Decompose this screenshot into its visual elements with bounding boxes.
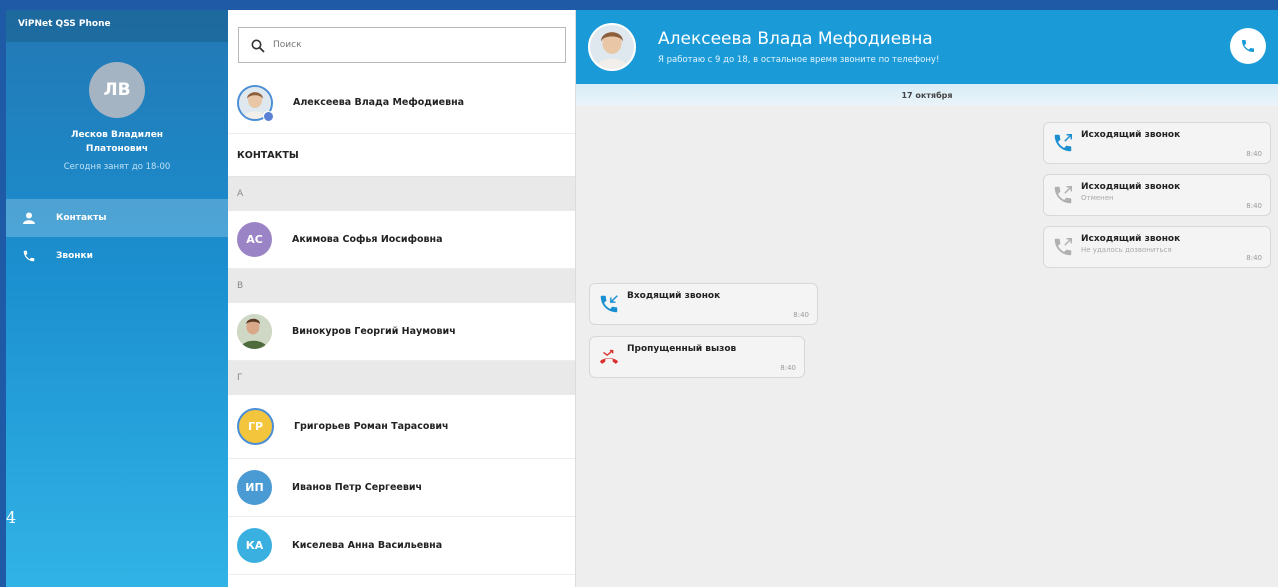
app-window: ViPNet QSS Phone ЛВ Лесков Владилен Плат… (6, 10, 1278, 587)
call-message[interactable]: Исходящий звонок Не удалось дозвониться … (1043, 226, 1271, 268)
contact-item[interactable]: ИП Иванов Петр Сергеевич (228, 459, 575, 517)
search-box[interactable] (238, 27, 566, 63)
contact-name: Киселева Анна Васильевна (292, 540, 443, 551)
nav-calls-label: Звонки (56, 251, 93, 261)
user-status[interactable]: Сегодня занят до 18-00 (6, 162, 228, 172)
call-substatus: Отменен (1081, 194, 1114, 202)
contact-name: Григорьев Роман Тарасович (294, 421, 449, 432)
call-title: Исходящий звонок (1081, 130, 1181, 140)
chat-contact-name: Алексеева Влада Мефодиевна (658, 29, 933, 49)
phone-icon (22, 249, 36, 263)
user-name: Лесков Владилен Платонович (70, 130, 164, 154)
contact-avatar: ГР (237, 408, 274, 445)
contact-name: Акимова Софья Иосифовна (292, 234, 443, 245)
chat-contact-avatar[interactable] (588, 23, 636, 71)
call-substatus: Не удалось дозвониться (1081, 246, 1172, 254)
contact-item[interactable]: КА Киселева Анна Васильевна (228, 517, 575, 575)
contact-name: Иванов Петр Сергеевич (292, 482, 423, 493)
chat-contact-status: Я работаю с 9 до 18, в остальное время з… (658, 55, 940, 65)
chat-panel: Алексеева Влада Мефодиевна Я работаю с 9… (576, 10, 1278, 587)
call-title: Входящий звонок (627, 291, 721, 301)
nav-contacts[interactable]: Контакты (6, 199, 228, 237)
call-button[interactable] (1230, 28, 1266, 64)
page-number: 4 (6, 508, 17, 527)
call-message[interactable]: Исходящий звонок Отменен 8:40 (1043, 174, 1271, 216)
letter-divider: А (228, 177, 575, 211)
call-title: Пропущенный вызов (627, 344, 737, 354)
contact-avatar-photo (237, 314, 272, 349)
incoming-call-icon (598, 293, 620, 315)
verified-badge-icon (263, 110, 274, 122)
call-title: Исходящий звонок (1081, 182, 1181, 192)
call-time: 8:40 (1246, 202, 1262, 210)
outgoing-call-icon (1052, 132, 1074, 154)
phone-icon (1242, 40, 1254, 52)
contact-avatar-photo (237, 84, 274, 122)
call-message[interactable]: Исходящий звонок 8:40 (1043, 122, 1271, 164)
letter-divider: Г (228, 361, 575, 395)
search-icon (251, 38, 265, 53)
person-icon (22, 211, 36, 225)
contact-name: Винокуров Георгий Наумович (292, 326, 456, 337)
call-message[interactable]: Входящий звонок 8:40 (589, 283, 818, 325)
missed-call-icon (598, 346, 620, 368)
nav-contacts-label: Контакты (56, 213, 107, 223)
contact-avatar: АС (237, 222, 272, 257)
search-input[interactable] (273, 40, 523, 50)
chat-contact-info: Алексеева Влада Мефодиевна Я работаю с 9… (658, 29, 939, 65)
contact-item[interactable]: Винокуров Георгий Наумович (228, 303, 575, 361)
contact-avatar: КА (237, 528, 272, 563)
call-time: 8:40 (793, 311, 809, 319)
user-avatar[interactable]: ЛВ (89, 62, 145, 118)
contact-name: Алексеева Влада Мефодиевна (293, 97, 465, 108)
chat-header: Алексеева Влада Мефодиевна Я работаю с 9… (576, 10, 1278, 84)
date-divider: 17 октября (576, 84, 1278, 106)
letter-divider: В (228, 269, 575, 303)
contact-avatar: ИП (237, 470, 272, 505)
nav-calls[interactable]: Звонки (6, 237, 228, 275)
contact-item[interactable]: АС Акимова Софья Иосифовна (228, 211, 575, 269)
outgoing-call-failed-icon (1052, 236, 1074, 258)
contact-item[interactable]: ГР Григорьев Роман Тарасович (228, 395, 575, 459)
app-title: ViPNet QSS Phone (6, 10, 228, 42)
sidebar: ViPNet QSS Phone ЛВ Лесков Владилен Плат… (6, 10, 228, 587)
user-profile: ЛВ Лесков Владилен Платонович Сегодня за… (6, 42, 228, 199)
contacts-panel: Алексеева Влада Мефодиевна КОНТАКТЫ А АС… (228, 10, 576, 587)
call-time: 8:40 (1246, 150, 1262, 158)
outgoing-call-cancelled-icon (1052, 184, 1074, 206)
contacts-section-header: КОНТАКТЫ (228, 134, 575, 177)
call-title: Исходящий звонок (1081, 234, 1181, 244)
call-message[interactable]: Пропущенный вызов 8:40 (589, 336, 805, 378)
favorite-contact[interactable]: Алексеева Влада Мефодиевна (228, 72, 575, 134)
call-time: 8:40 (1246, 254, 1262, 262)
call-time: 8:40 (780, 364, 796, 372)
